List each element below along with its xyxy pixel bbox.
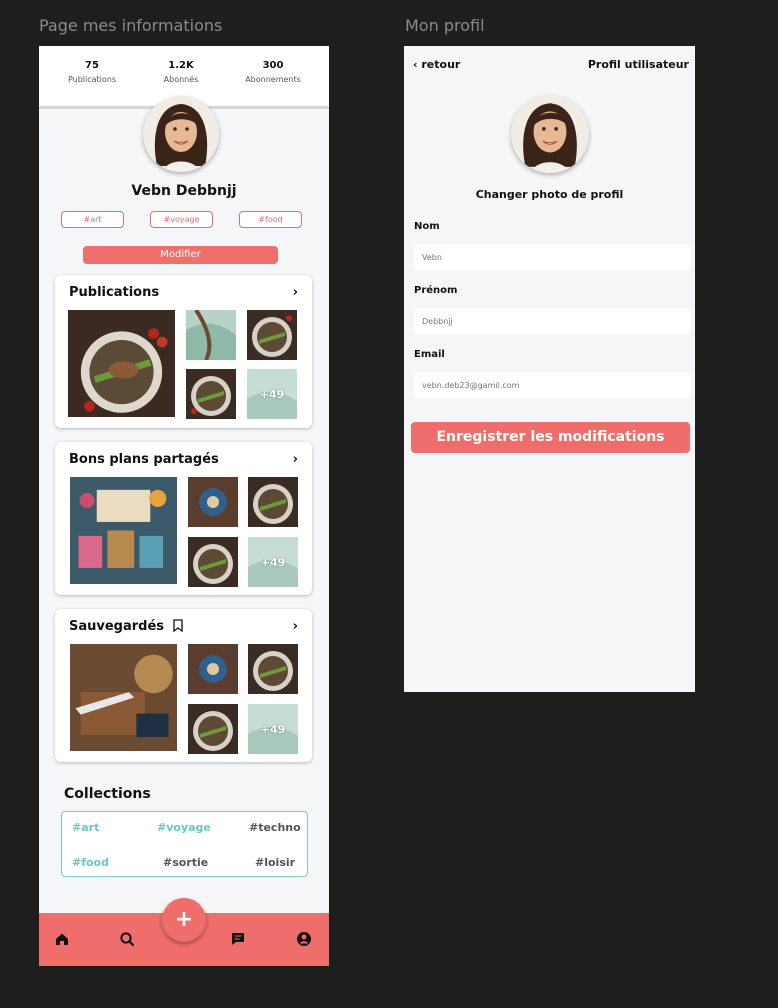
save-button[interactable]: Enregistrer les modifications: [411, 422, 690, 453]
collection-tag-techno[interactable]: #techno: [249, 821, 301, 834]
collection-tag-loisir[interactable]: #loisir: [255, 856, 295, 869]
publications-card: Publications › +49: [55, 275, 312, 428]
chat-icon[interactable]: [230, 931, 246, 947]
tag-food[interactable]: #food: [239, 211, 302, 228]
saved-thumb-more[interactable]: +49: [248, 704, 298, 754]
bons-plans-thumb[interactable]: [188, 477, 238, 527]
avatar[interactable]: [511, 95, 589, 173]
stat-publications[interactable]: 75 Publications: [47, 60, 137, 84]
publication-thumb[interactable]: [186, 369, 236, 419]
bons-plans-card: Bons plans partagés › +49: [55, 442, 312, 595]
nom-field[interactable]: [414, 244, 690, 270]
bons-plans-thumb[interactable]: [188, 537, 238, 587]
saved-thumb[interactable]: [248, 644, 298, 694]
chevron-right-icon[interactable]: ›: [293, 452, 298, 467]
frame-label-profile-page: Page mes informations: [39, 16, 223, 35]
edit-profile-frame: ‹ retour Profil utilisateur Changer phot…: [404, 46, 695, 692]
saved-thumb[interactable]: [188, 644, 238, 694]
saved-title: Sauvegardés: [69, 619, 183, 636]
field-label-prenom: Prénom: [414, 285, 458, 296]
collection-tag-voyage[interactable]: #voyage: [157, 821, 211, 834]
stat-label: Publications: [67, 75, 117, 84]
email-field[interactable]: [414, 372, 690, 398]
collection-tag-food[interactable]: #food: [72, 856, 109, 869]
home-icon[interactable]: [54, 931, 70, 947]
publication-thumb-more[interactable]: +49: [247, 369, 297, 419]
collections-title: Collections: [64, 786, 151, 802]
modify-button[interactable]: Modifier: [83, 246, 278, 264]
publication-thumb-main[interactable]: [68, 310, 175, 417]
tag-voyage[interactable]: #voyage: [150, 211, 213, 228]
field-label-email: Email: [414, 349, 445, 360]
publication-thumb[interactable]: [247, 310, 297, 360]
stat-label: Abonnés: [163, 75, 199, 84]
search-icon[interactable]: [119, 931, 135, 947]
field-label-nom: Nom: [414, 221, 440, 232]
chevron-right-icon[interactable]: ›: [293, 619, 298, 634]
more-count: +49: [260, 555, 286, 569]
avatar[interactable]: [143, 96, 219, 172]
saved-thumb-main[interactable]: [70, 644, 177, 751]
stat-value: 1.2K: [168, 60, 194, 71]
bons-plans-thumb[interactable]: [248, 477, 298, 527]
stat-following[interactable]: 300 Abonnements: [228, 60, 318, 84]
account-icon[interactable]: [296, 931, 312, 947]
prenom-field[interactable]: [414, 308, 690, 334]
stat-followers[interactable]: 1.2K Abonnés: [136, 60, 226, 84]
bons-plans-title: Bons plans partagés: [69, 452, 219, 467]
stat-value: 75: [85, 60, 99, 71]
collection-tag-art[interactable]: #art: [72, 821, 99, 834]
change-photo-link[interactable]: Changer photo de profil: [404, 188, 695, 201]
stat-label: Abonnements: [245, 75, 301, 84]
user-name: Vebn Debbnjj: [131, 183, 237, 199]
collections-box: #art #voyage #techno #food #sortie #lois…: [61, 811, 308, 877]
bons-plans-thumb-more[interactable]: +49: [248, 537, 298, 587]
saved-thumb[interactable]: [188, 704, 238, 754]
collection-tag-sortie[interactable]: #sortie: [163, 856, 208, 869]
more-count: +49: [259, 387, 285, 401]
publication-thumb[interactable]: [186, 310, 236, 360]
publications-title: Publications: [69, 285, 160, 300]
back-button[interactable]: ‹ retour: [413, 58, 460, 71]
stat-value: 300: [262, 60, 284, 71]
page-title: Profil utilisateur: [587, 58, 689, 71]
add-post-button[interactable]: +: [162, 898, 206, 942]
saved-title-label: Sauvegardés: [69, 619, 165, 634]
saved-card: Sauvegardés › +49: [55, 609, 312, 762]
frame-label-edit-profile: Mon profil: [405, 16, 485, 35]
more-count: +49: [260, 722, 286, 736]
chevron-right-icon[interactable]: ›: [293, 285, 298, 300]
bons-plans-thumb-main[interactable]: [70, 477, 177, 584]
profile-page-frame: 75 Publications 1.2K Abonnés 300 Abonnem…: [39, 46, 329, 966]
tag-art[interactable]: #art: [61, 211, 124, 228]
bookmark-icon: [172, 619, 183, 636]
